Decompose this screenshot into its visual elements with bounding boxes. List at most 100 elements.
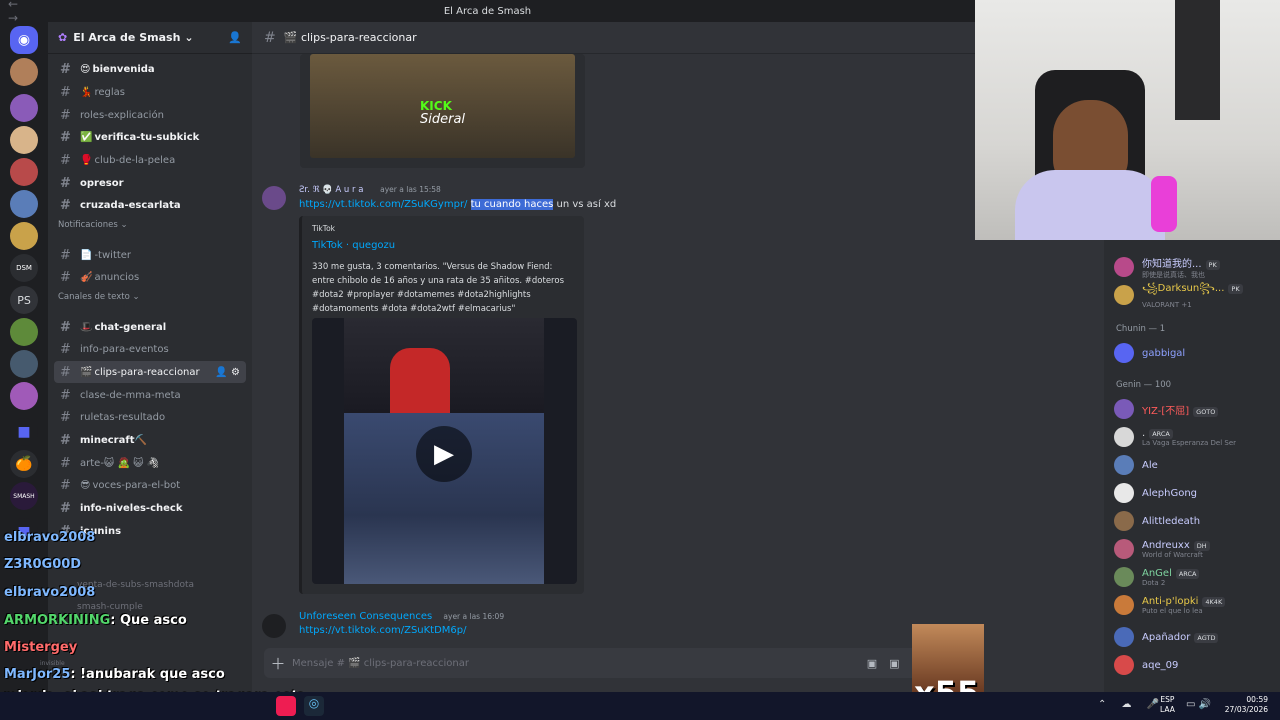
server-icon[interactable]: DSM <box>10 254 38 282</box>
chat-username: elbravo2008 <box>4 530 96 545</box>
avatar[interactable] <box>262 186 286 210</box>
channel-0[interactable]: # 📄 -twitter <box>54 244 246 266</box>
author-name[interactable]: Unforeseen Consequences <box>299 611 432 622</box>
channel-4[interactable]: # ruletas-resultado <box>54 406 246 428</box>
channel-label: voces-para-el-bot <box>92 479 181 491</box>
channel-emoji-icon: 🥊 <box>80 154 93 166</box>
member-item[interactable]: 你知道我的... PK 即使是说真话、我也 <box>1114 254 1280 280</box>
member-item[interactable]: YIZ-[不屈] GOTO <box>1114 396 1280 422</box>
channel-2[interactable]: # roles-explicación <box>54 104 246 126</box>
member-item[interactable]: . ARCA La Vaga Esperanza Del Ser <box>1114 424 1280 450</box>
server-icon[interactable] <box>10 58 38 86</box>
category-canales-texto[interactable]: Canales de texto ⌄ <box>58 292 140 302</box>
channel-emoji-icon: 💃 <box>80 86 93 98</box>
member-activity: Dota 2 <box>1142 578 1166 587</box>
channel-8[interactable]: # info-niveles-check <box>54 497 246 519</box>
member-item[interactable]: Anti-p'lopki 4K4K Puto el que lo lea <box>1114 592 1280 618</box>
channel-1[interactable]: # 💃 reglas <box>54 81 246 103</box>
member-item[interactable]: gabbigal <box>1114 340 1280 366</box>
language-indicator[interactable]: ESP LAA <box>1160 695 1175 715</box>
folder-icon[interactable]: ■ <box>10 418 38 446</box>
tiktok-link[interactable]: https://vt.tiktok.com/ZSuKtDM6p/ <box>299 625 467 636</box>
channel-4[interactable]: # 🥊 club-de-la-pelea <box>54 149 246 171</box>
member-tag-badge: AGTD <box>1194 632 1219 643</box>
channel-1[interactable]: # info-para-eventos <box>54 338 246 360</box>
channel-7[interactable]: # 😎 voces-para-el-bot <box>54 474 246 496</box>
channel-emoji-icon: ✅ <box>80 131 93 143</box>
member-name: Alittledeath <box>1142 515 1201 527</box>
chat-header: # 🎬 clips-para-reaccionar <box>252 22 975 54</box>
discord-home-icon[interactable]: ◉ <box>10 26 38 54</box>
member-name: AlephGong <box>1142 487 1198 499</box>
embed-title[interactable]: TikTok · quegozu <box>312 240 395 251</box>
server-icon[interactable] <box>10 350 38 378</box>
message-input[interactable]: Mensaje # 🎬 clips-para-reaccionar <box>292 658 469 669</box>
embed-description: 330 me gusta, 3 comentarios. "Versus de … <box>312 262 564 314</box>
window-title: El Arca de Smash <box>443 5 532 17</box>
avatar <box>1114 343 1134 363</box>
person-shape <box>390 348 450 413</box>
clock[interactable]: 00:59 27/03/2026 <box>1222 695 1268 715</box>
server-icon[interactable] <box>10 126 38 154</box>
member-group-header: Chunin — 1 <box>1116 324 1166 334</box>
timestamp: ayer a las 16:09 <box>443 612 505 621</box>
smash-server-icon[interactable]: SMASH <box>10 482 38 510</box>
server-icon[interactable] <box>10 158 38 186</box>
channel-settings-icon[interactable]: 👤 ⚙ <box>215 367 240 378</box>
hash-icon: # <box>60 197 71 213</box>
selected-text: tu cuando haces <box>470 199 554 210</box>
system-icons[interactable]: ▭ 🔊 <box>1186 699 1211 710</box>
member-item[interactable]: Apañador AGTD <box>1114 624 1280 650</box>
author-name[interactable]: Ƨr. ℜ 💀 A u r a <box>299 185 363 195</box>
tiktok-app-icon[interactable] <box>276 696 296 716</box>
server-icon[interactable] <box>10 318 38 346</box>
server-icon[interactable] <box>10 222 38 250</box>
server-icon[interactable] <box>10 94 38 122</box>
channel-2[interactable]: # 🎬 clips-para-reaccionar 👤 ⚙ <box>54 361 246 383</box>
add-member-icon[interactable]: 👤 <box>228 31 242 44</box>
server-icon[interactable]: 🍊 <box>10 450 38 478</box>
channel-label: club-de-la-pelea <box>94 154 176 166</box>
member-text: Apañador AGTD <box>1142 632 1219 643</box>
member-item[interactable]: Ale <box>1114 452 1280 478</box>
tiktok-link[interactable]: https://vt.tiktok.com/ZSuKGympr/ <box>299 199 467 210</box>
chat-text: : !anubarak que asco <box>70 667 225 682</box>
guild-header[interactable]: ✿ El Arca de Smash ⌄ 👤 <box>48 22 252 54</box>
message-input-box[interactable]: ＋ Mensaje # 🎬 clips-para-reaccionar ▣▣☺⁞… <box>264 648 976 678</box>
channel-1[interactable]: # 🎻 anuncios <box>54 266 246 288</box>
member-text: 你知道我的... PK 即使是说真话、我也 <box>1142 255 1220 280</box>
channel-0[interactable]: # 🎩 chat-general <box>54 316 246 338</box>
channel-3[interactable]: # clase-de-mma-meta <box>54 384 246 406</box>
channel-5[interactable]: # minecraft⛏️ <box>54 429 246 451</box>
hash-icon: # <box>60 61 71 77</box>
member-item[interactable]: aqe_09 <box>1114 652 1280 678</box>
server-icon[interactable] <box>10 382 38 410</box>
member-activity: La Vaga Esperanza Del Ser <box>1142 438 1237 447</box>
embed-video[interactable]: ▶ <box>312 318 577 584</box>
member-item[interactable]: Andreuxx DH World of Warcraft <box>1114 536 1280 562</box>
member-item[interactable]: AnGel ARCA Dota 2 <box>1114 564 1280 590</box>
video-thumbnail[interactable]: KICK Sideral <box>310 54 575 158</box>
server-icon[interactable] <box>10 190 38 218</box>
clock-time: 00:59 <box>1246 695 1268 704</box>
add-attachment-icon[interactable]: ＋ <box>264 653 292 674</box>
member-item[interactable]: Alittledeath <box>1114 508 1280 534</box>
avatar <box>1114 455 1134 475</box>
channel-6[interactable]: # arte-😺 🧟 😺 🦓 <box>54 452 246 474</box>
channel-3[interactable]: # ✅ verifica-tu-subkick <box>54 126 246 148</box>
channel-5[interactable]: # opresor <box>54 172 246 194</box>
member-item[interactable]: ꧁Darksun꧂... PK VALORANT +1 <box>1114 282 1280 309</box>
tray-icons[interactable]: ⌃ ☁ 🎤 <box>1098 699 1165 710</box>
steam-app-icon[interactable]: ◎ <box>304 696 324 716</box>
server-pill[interactable]: PS <box>10 286 38 314</box>
play-icon[interactable]: ▶ <box>416 426 472 482</box>
channel-0[interactable]: # 😍 bienvenida <box>54 58 246 80</box>
member-name: 你知道我的... <box>1142 258 1202 270</box>
member-item[interactable]: AlephGong <box>1114 480 1280 506</box>
category-notificaciones[interactable]: Notificaciones ⌄ <box>58 220 128 230</box>
member-name: ꧁Darksun꧂... <box>1142 283 1225 294</box>
chat-right-area <box>975 240 1104 692</box>
avatar[interactable] <box>262 614 286 638</box>
channel-6[interactable]: # cruzada-escarlata <box>54 194 246 216</box>
channel-label: opresor <box>80 177 124 189</box>
